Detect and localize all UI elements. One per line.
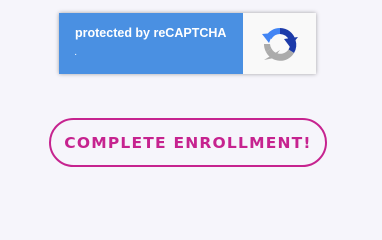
recaptcha-title: protected by reCAPTCHA — [75, 26, 227, 40]
recaptcha-text-panel: protected by reCAPTCHA · — [59, 13, 243, 74]
recaptcha-privacy-terms-links[interactable]: · — [74, 49, 77, 60]
recaptcha-logo-icon — [261, 27, 298, 61]
recaptcha-badge[interactable]: protected by reCAPTCHA · — [59, 13, 316, 74]
recaptcha-logo-panel — [243, 13, 316, 74]
complete-enrollment-button[interactable]: COMPLETE ENROLLMENT! — [49, 118, 327, 167]
